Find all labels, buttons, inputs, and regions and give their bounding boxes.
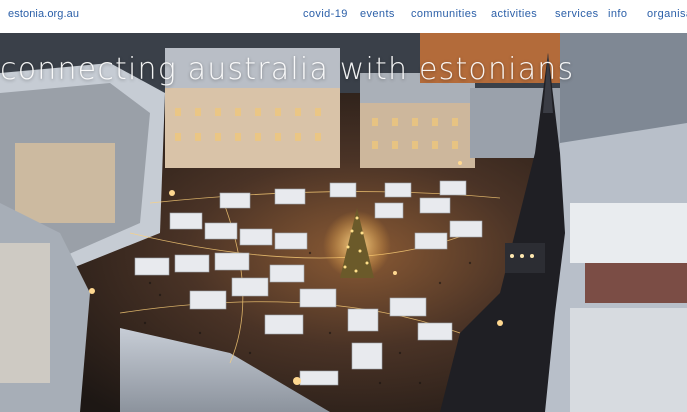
nav-item-covid-19[interactable]: covid-19 — [303, 8, 348, 20]
site-header: estonia.org.au covid-19 events communiti… — [0, 0, 687, 33]
hero-banner: connecting australia with estonians — [0, 33, 687, 412]
hero-headline: connecting australia with estonians — [0, 52, 575, 87]
nav-item-organisations[interactable]: organisa — [647, 8, 687, 20]
nav-item-activities[interactable]: activities — [491, 8, 537, 20]
nav-item-services[interactable]: services — [555, 8, 599, 20]
main-nav: covid-19 events communities activities s… — [0, 8, 687, 24]
hero-photo — [0, 33, 687, 412]
nav-item-events[interactable]: events — [360, 8, 395, 20]
nav-item-info[interactable]: info — [608, 8, 627, 20]
nav-item-communities[interactable]: communities — [411, 8, 477, 20]
